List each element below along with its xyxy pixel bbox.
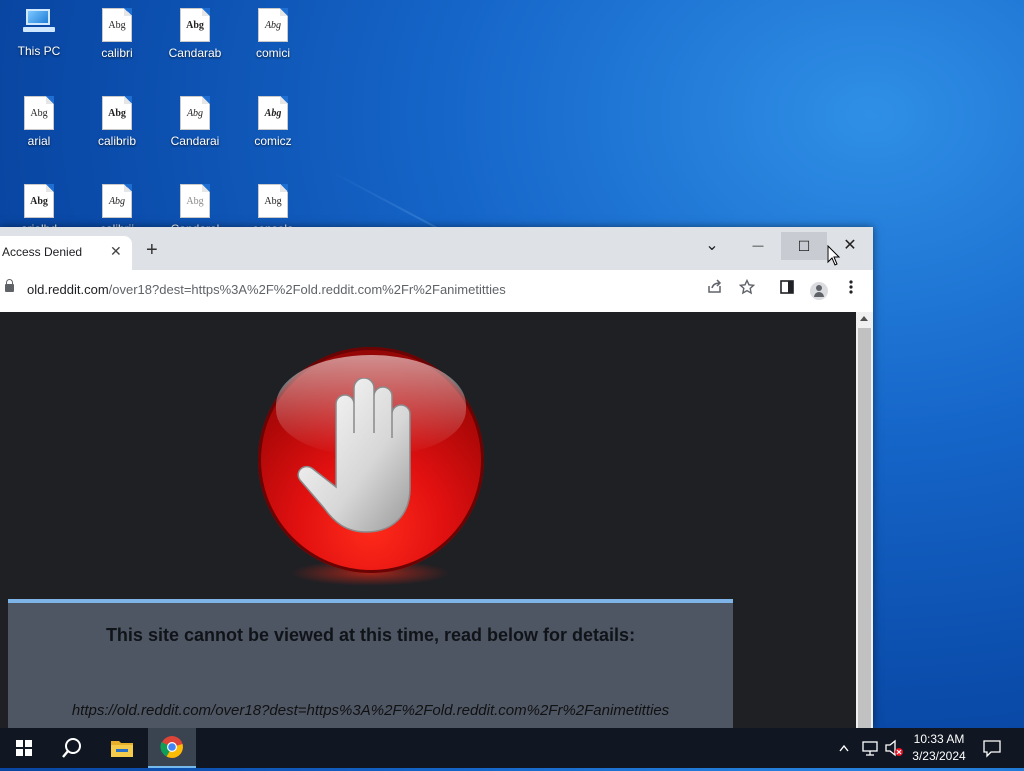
desktop-icon-calibrib[interactable]: Abg calibrib [80, 96, 154, 148]
volume-button[interactable] [884, 728, 904, 768]
network-button[interactable] [861, 728, 879, 768]
maximize-button[interactable]: ☐ [781, 232, 827, 260]
desktop-icon-label: Candarab [168, 46, 222, 60]
minimize-button[interactable]: — [735, 232, 781, 260]
font-file-icon: Abg [24, 184, 54, 218]
font-file-icon: Abg [180, 96, 210, 130]
star-icon[interactable] [734, 278, 760, 304]
font-file-icon: Abg [258, 96, 288, 130]
tab-title: Access Denied [2, 245, 83, 259]
desktop-icon-label: comici [255, 46, 290, 60]
tab-access-denied[interactable]: Access Denied ✕ [0, 236, 132, 270]
new-tab-button[interactable]: + [146, 239, 158, 262]
search-button[interactable] [48, 728, 96, 768]
chevron-up-icon [839, 744, 849, 752]
desktop-icon-candarai[interactable]: Abg Candarai [158, 96, 232, 148]
network-icon [862, 741, 878, 756]
desktop-icon-label: Candarai [170, 134, 220, 148]
desktop-icon-comicz[interactable]: Abg comicz [236, 96, 310, 148]
file-explorer-icon [111, 741, 133, 757]
desktop-icon-label: comicz [254, 134, 292, 148]
browser-window: Access Denied ✕ + ⌄ — ☐ ✕ old.reddit.com… [0, 227, 873, 728]
chrome-button[interactable] [148, 728, 196, 768]
desktop-icon-comici[interactable]: Abg comici [236, 8, 310, 60]
speaker-muted-icon [885, 739, 903, 757]
notification-icon [983, 740, 1001, 758]
scroll-up-icon[interactable] [860, 316, 868, 321]
file-explorer-button[interactable] [98, 728, 146, 768]
mouse-cursor-icon [827, 245, 841, 266]
notice-panel: This site cannot be viewed at this time,… [8, 599, 733, 728]
address-toolbar: old.reddit.com/over18?dest=https%3A%2F%2… [0, 270, 873, 313]
tab-close-icon[interactable]: ✕ [110, 243, 122, 260]
taskbar: 10:33 AM 3/23/2024 [0, 728, 1024, 768]
hand-icon [297, 378, 411, 533]
computer-icon [23, 8, 55, 34]
font-file-icon: Abg [180, 8, 210, 42]
chrome-icon [160, 736, 183, 758]
font-file-icon: Abg [102, 8, 132, 42]
notice-heading: This site cannot be viewed at this time,… [105, 625, 636, 645]
desktop-icon-candarab[interactable]: Abg Candarab [158, 8, 232, 60]
desktop-icon-label: arial [27, 134, 51, 148]
url-path: /over18?dest=https%3A%2F%2Fold.reddit.co… [108, 282, 506, 297]
url-host: old.reddit.com [27, 282, 109, 297]
menu-icon[interactable] [838, 278, 864, 304]
share-icon[interactable] [702, 278, 728, 304]
blocked-url[interactable]: https://old.reddit.com/over18?dest=https… [8, 702, 733, 719]
desktop-icon-label: This PC [17, 44, 61, 58]
clock-date: 3/23/2024 [912, 749, 966, 763]
desktop-icon-label: calibri [101, 46, 133, 60]
profile-icon[interactable] [806, 278, 832, 304]
font-file-icon: Abg [180, 184, 210, 218]
page-scrollbar[interactable] [856, 312, 873, 728]
side-panel-icon[interactable] [774, 278, 800, 304]
font-file-icon: Abg [24, 96, 54, 130]
show-hidden-icons-button[interactable] [838, 728, 854, 768]
tab-search-icon[interactable]: ⌄ [689, 232, 735, 260]
notifications-button[interactable] [982, 728, 1002, 768]
lock-icon[interactable] [5, 279, 14, 292]
desktop-icon-calibri[interactable]: Abg calibri [80, 8, 154, 60]
system-clock[interactable]: 10:33 AM 3/23/2024 [906, 731, 972, 765]
font-file-icon: Abg [102, 184, 132, 218]
address-bar[interactable]: old.reddit.com/over18?dest=https%3A%2F%2… [27, 282, 506, 297]
windows-logo-icon [16, 740, 32, 756]
page-content: This site cannot be viewed at this time,… [0, 312, 856, 728]
title-bar[interactable]: Access Denied ✕ + ⌄ — ☐ ✕ [0, 227, 873, 270]
start-button[interactable] [0, 728, 48, 768]
clock-time: 10:33 AM [913, 732, 965, 746]
scrollbar-thumb[interactable] [858, 328, 871, 728]
font-file-icon: Abg [258, 184, 288, 218]
desktop-icon-label: calibrib [97, 134, 136, 148]
desktop-icon-this-pc[interactable]: This PC [2, 8, 76, 58]
font-file-icon: Abg [102, 96, 132, 130]
font-file-icon: Abg [258, 8, 288, 42]
search-icon [62, 738, 81, 758]
desktop-icon-arial[interactable]: Abg arial [2, 96, 76, 148]
